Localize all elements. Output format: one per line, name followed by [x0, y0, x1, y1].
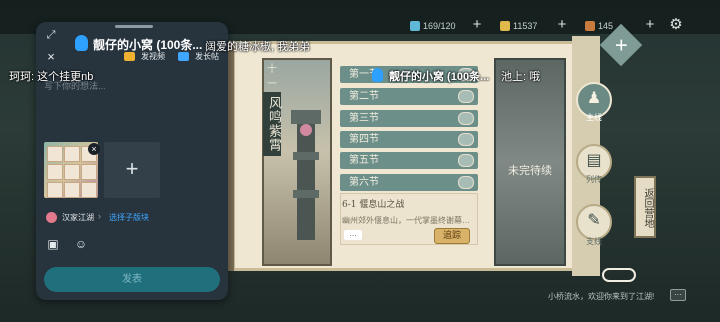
section-label: 第五节	[349, 155, 379, 166]
close-icon[interactable]: ×	[44, 50, 58, 64]
resource-coin-value: 11537	[513, 21, 538, 31]
video-icon	[124, 52, 135, 61]
coin-icon	[500, 21, 510, 31]
section-label: 第二节	[349, 91, 379, 102]
chest-icon	[458, 133, 474, 146]
chat-icon[interactable]: ···	[670, 289, 686, 301]
energy-icon	[410, 21, 420, 31]
toggle-switch[interactable]	[602, 268, 636, 282]
post-video-button[interactable]: 发视频	[141, 51, 165, 62]
qq-logo-icon	[75, 35, 88, 51]
danmaku-line: 池上: 哦	[501, 71, 541, 83]
image-icon[interactable]: ▣	[46, 237, 60, 251]
track-button[interactable]: 追踪	[434, 228, 470, 244]
section-2[interactable]: 第二节	[340, 88, 478, 105]
side-quest-icon: ✎	[587, 212, 601, 229]
section-4[interactable]: 第四节	[340, 131, 478, 148]
bottom-hint-text: 小桥流水，欢迎你来到了江湖!	[548, 292, 655, 301]
resource-energy: 169/120	[410, 19, 456, 33]
chevron-right-icon: ›	[98, 211, 101, 221]
qq-logo-icon	[372, 68, 383, 82]
choose-subforum-link[interactable]: 选择子版块	[109, 212, 149, 223]
more-button[interactable]: …	[344, 230, 362, 240]
add-image-button[interactable]: +	[104, 142, 160, 198]
add-coin-icon[interactable]: +	[553, 16, 571, 34]
danmaku-line: 阔爱的糖冰椒, 我弟弟	[205, 41, 311, 53]
send-button[interactable]: 发表	[44, 267, 220, 292]
locked-chapter-label: 未完待续	[508, 164, 552, 177]
tab-biography-label: 列传	[586, 175, 602, 184]
section-avatar	[46, 212, 57, 223]
ingot-icon	[585, 21, 595, 31]
tab-main-quest-label: 主线	[586, 113, 602, 122]
drag-handle[interactable]	[115, 25, 153, 28]
biography-icon: ▤	[586, 152, 602, 169]
section-name: 汉家江湖	[62, 213, 94, 222]
section-5[interactable]: 第五节	[340, 152, 478, 169]
section-6[interactable]: 第六节	[340, 174, 478, 191]
resource-coin: 11537	[500, 19, 537, 33]
chest-icon	[458, 154, 474, 167]
section-3[interactable]: 第三节	[340, 110, 478, 127]
emoji-icon[interactable]: ☺	[74, 237, 88, 251]
chest-icon	[458, 90, 474, 103]
chapter-title: 风鸣紫霄	[263, 92, 281, 156]
long-post-icon	[178, 52, 189, 61]
chapter-number: 十一	[267, 64, 277, 90]
section-label: 第六节	[349, 177, 379, 188]
overlay-group-name: 靓仔的小窝 (100条...	[389, 71, 490, 83]
add-energy-icon[interactable]: +	[468, 16, 486, 34]
resource-ingot: 145	[585, 19, 613, 33]
resource-energy-value: 169/120	[423, 21, 456, 31]
remove-image-icon[interactable]: ×	[88, 143, 100, 155]
scroll-roll	[228, 41, 234, 271]
detail-text: 幽州郊外偃息山，一代掌墨终谢幕…	[342, 216, 470, 225]
expand-icon[interactable]: ⤢	[44, 28, 58, 42]
add-ingot-icon[interactable]: +	[641, 16, 659, 34]
tab-side-quest-label: 支线	[586, 237, 602, 246]
chest-icon	[458, 112, 474, 125]
back-to-camp-button[interactable]: 返回营地	[634, 176, 656, 238]
danmaku-line: 珂珂: 这个挂更nb	[9, 71, 94, 83]
section-label: 第四节	[349, 134, 379, 145]
detail-title: 6-1 偃息山之战	[342, 200, 405, 210]
resource-ingot-value: 145	[598, 21, 614, 31]
main-quest-icon: ♟	[586, 90, 602, 107]
settings-gear-icon[interactable]: ⚙	[667, 16, 685, 34]
section-label: 第三节	[349, 113, 379, 124]
chest-icon	[458, 176, 474, 189]
tower-illustration	[291, 110, 321, 240]
